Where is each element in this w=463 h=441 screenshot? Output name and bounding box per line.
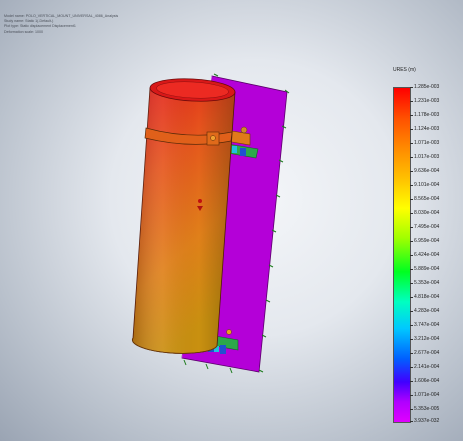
- legend-label: 5.889e-004: [409, 266, 440, 272]
- legend-label: 9.101e-004: [409, 182, 440, 188]
- legend-label: 1.231e-003: [409, 98, 440, 104]
- legend-title: URES (m): [393, 67, 416, 73]
- legend-label: 1.124e-003: [409, 126, 440, 132]
- legend-label: 3.212e-004: [409, 336, 440, 342]
- legend-labels: 1.285e-003 1.231e-003 1.178e-003 1.124e-…: [409, 84, 462, 424]
- legend-label: 1.071e-003: [409, 140, 440, 146]
- legend-label: 2.677e-004: [409, 350, 440, 356]
- legend-label: 2.141e-004: [409, 364, 440, 370]
- legend-label: 5.353e-004: [409, 280, 440, 286]
- legend-label: 1.178e-003: [409, 112, 440, 118]
- legend-label: 8.030e-004: [409, 210, 440, 216]
- legend-label: 3.747e-004: [409, 322, 440, 328]
- legend-color-bar: [393, 87, 411, 423]
- legend-label: 7.495e-004: [409, 224, 440, 230]
- legend-label: 8.565e-004: [409, 196, 440, 202]
- legend-label: 1.606e-004: [409, 378, 440, 384]
- legend-label: 1.071e-004: [409, 392, 440, 398]
- legend-label: 6.424e-004: [409, 252, 440, 258]
- legend-label: 1.017e-003: [409, 154, 440, 160]
- legend-label: 3.937e-032: [409, 418, 440, 424]
- legend-label: 6.959e-004: [409, 238, 440, 244]
- legend-label: 4.283e-004: [409, 308, 440, 314]
- legend-label: 4.818e-004: [409, 294, 440, 300]
- legend-label: 1.285e-003: [409, 84, 440, 90]
- legend-label: 5.353e-005: [409, 406, 440, 412]
- legend-label: 9.636e-004: [409, 168, 440, 174]
